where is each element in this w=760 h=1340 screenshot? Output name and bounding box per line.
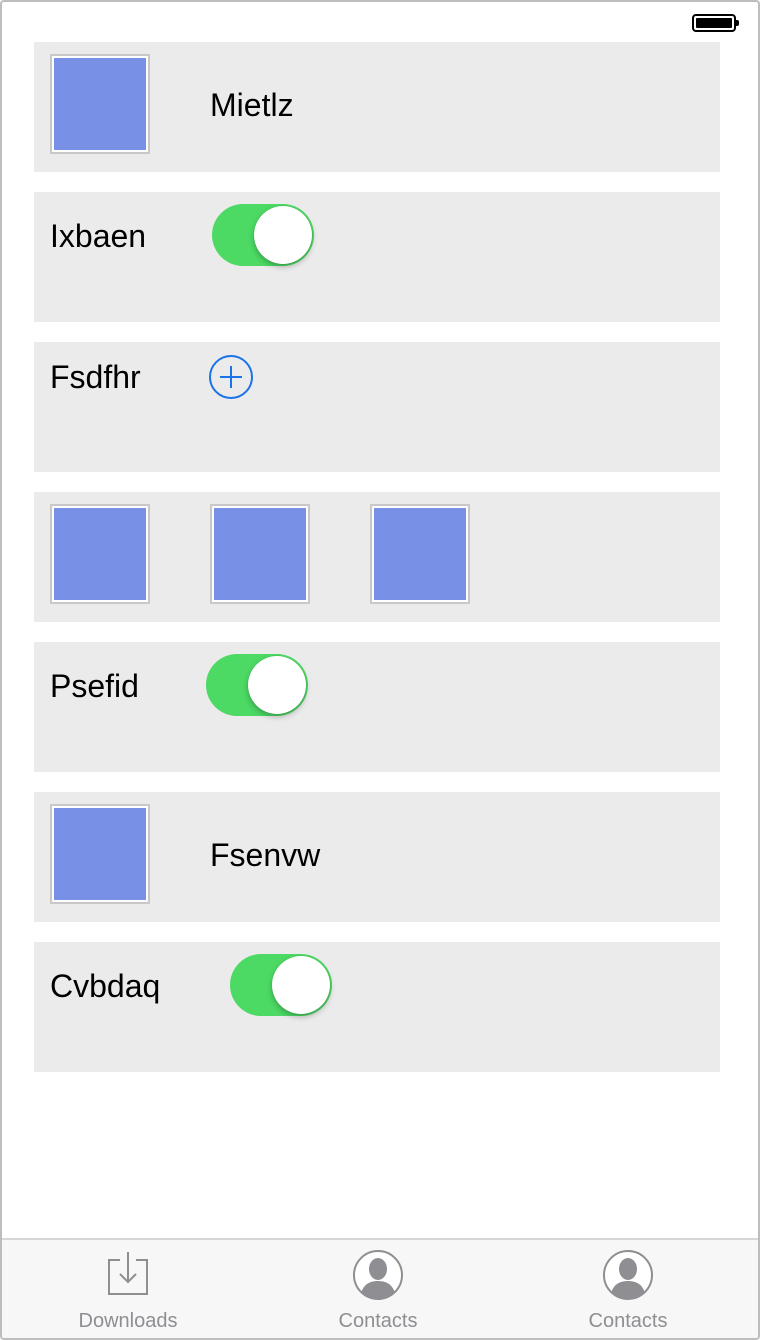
tab-bar: Downloads Contacts Contacts: [2, 1238, 758, 1338]
list-row-cvbdaq: Cvbdaq: [34, 942, 720, 1072]
tab-contacts-2[interactable]: Contacts: [502, 1240, 754, 1338]
tab-label: Contacts: [588, 1310, 668, 1332]
list-row-ixbaen: Ixbaen: [34, 192, 720, 322]
battery-icon: [692, 14, 739, 32]
image-placeholder: [210, 504, 310, 604]
list-row-fsenvw: Fsenvw: [34, 792, 720, 922]
row-label: Fsdfhr: [50, 359, 141, 395]
ixbaen-toggle[interactable]: [212, 204, 314, 266]
list-row-images: [34, 492, 720, 622]
list-row-fsdfhr: Fsdfhr: [34, 342, 720, 472]
row-label: Psefid: [50, 668, 139, 704]
app-screen: Mietlz Ixbaen Fsdfhr Psefid Fsenvw Cvbda…: [0, 0, 760, 1340]
contact-icon: [353, 1250, 403, 1300]
list-row-psefid: Psefid: [34, 642, 720, 772]
contact-icon: [603, 1250, 653, 1300]
tab-contacts[interactable]: Contacts: [252, 1240, 504, 1338]
list-row-mietlz: Mietlz: [34, 42, 720, 172]
image-placeholder: [50, 54, 150, 154]
tab-label: Downloads: [78, 1310, 178, 1332]
image-placeholder: [50, 804, 150, 904]
cvbdaq-toggle[interactable]: [230, 954, 332, 1016]
download-icon: [108, 1252, 148, 1295]
add-button[interactable]: [208, 354, 254, 400]
tab-label: Contacts: [338, 1310, 418, 1332]
add-circle-icon: [209, 355, 253, 399]
image-placeholder: [370, 504, 470, 604]
row-label: Fsenvw: [210, 837, 321, 873]
row-label: Mietlz: [210, 87, 294, 123]
row-label: Ixbaen: [50, 218, 147, 254]
psefid-toggle[interactable]: [206, 654, 308, 716]
image-placeholder: [50, 504, 150, 604]
tab-downloads[interactable]: Downloads: [2, 1240, 254, 1338]
row-label: Cvbdaq: [50, 968, 161, 1004]
